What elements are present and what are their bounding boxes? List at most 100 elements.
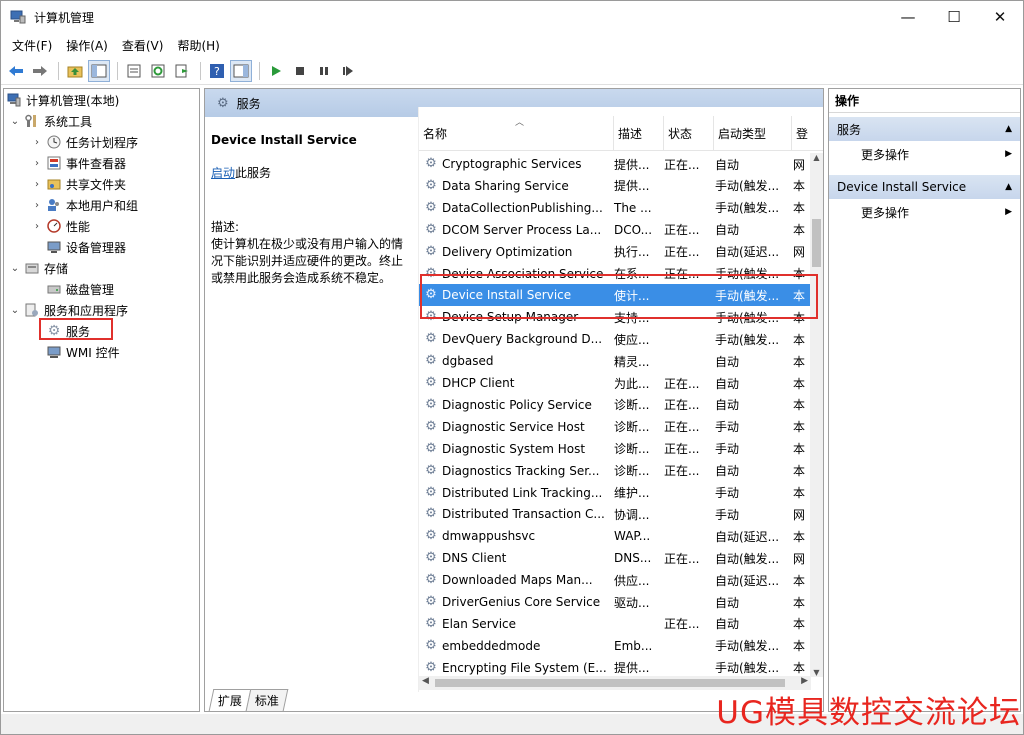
toolbar: ? bbox=[1, 57, 1023, 85]
export-list-icon[interactable] bbox=[171, 60, 193, 82]
help-icon[interactable]: ? bbox=[206, 60, 228, 82]
chevron-right-icon[interactable]: › bbox=[32, 137, 42, 148]
start-service-icon[interactable] bbox=[265, 60, 287, 82]
gear-icon: ⚙ bbox=[425, 462, 437, 478]
table-row[interactable]: ⚙ Diagnostic Policy Service 诊断... 正在... 自动 本 bbox=[419, 394, 811, 416]
gear-icon: ⚙ bbox=[425, 484, 437, 500]
gear-icon: ⚙ bbox=[425, 550, 437, 566]
stop-service-icon[interactable] bbox=[289, 60, 311, 82]
service-status-cell: 正在... bbox=[664, 617, 700, 632]
menu-action[interactable]: 操作(A) bbox=[59, 37, 115, 54]
scrollbar-thumb[interactable] bbox=[435, 679, 785, 687]
table-row[interactable]: ⚙ DCOM Server Process La... DCO... 正在... 自动 本 bbox=[419, 219, 811, 241]
tree-root[interactable]: 计算机管理(本地) bbox=[6, 90, 119, 110]
service-description-cell: 诊断... bbox=[614, 442, 650, 457]
service-name-cell: ⚙ DriverGenius Core Service bbox=[419, 594, 610, 610]
table-row[interactable]: ⚙ Cryptographic Services 提供... 正在... 自动 网 bbox=[419, 153, 811, 175]
minimize-button[interactable]: — bbox=[885, 1, 931, 33]
service-description-cell: The ... bbox=[614, 200, 652, 215]
service-logon-cell: 本 bbox=[793, 442, 806, 457]
table-row[interactable]: ⚙ DevQuery Background D... 使应... 手动(触发... 本 bbox=[419, 328, 811, 350]
tree-shared-folders[interactable]: › 共享文件夹 bbox=[32, 174, 126, 194]
menu-view[interactable]: 查看(V) bbox=[115, 37, 171, 54]
table-row[interactable]: ⚙ Diagnostics Tracking Ser... 诊断... 正在... 自动… bbox=[419, 460, 811, 482]
tree-device-manager[interactable]: 设备管理器 bbox=[46, 237, 126, 257]
scrollbar-thumb[interactable] bbox=[812, 219, 821, 267]
column-header-description[interactable]: 描述 bbox=[614, 116, 664, 150]
table-row[interactable]: ⚙ DNS Client DNS... 正在... 自动(触发... 网 bbox=[419, 547, 811, 569]
scroll-up-icon[interactable]: ▲ bbox=[810, 153, 823, 162]
scroll-left-icon[interactable]: ◀ bbox=[422, 676, 429, 686]
chevron-right-icon[interactable]: › bbox=[32, 158, 42, 169]
service-description-cell: DNS... bbox=[614, 551, 652, 566]
gear-icon: ⚙ bbox=[425, 375, 437, 390]
table-row[interactable]: ⚙ Distributed Link Tracking... 维护... 手动 本 bbox=[419, 482, 811, 504]
column-header-status[interactable]: 状态 bbox=[664, 116, 714, 150]
table-row[interactable]: ⚙ DataCollectionPublishing... The ... 手动(触发… bbox=[419, 197, 811, 219]
show-hide-tree-icon[interactable] bbox=[88, 59, 110, 82]
scroll-down-icon[interactable]: ▼ bbox=[810, 668, 823, 677]
tab-extended[interactable]: 扩展 bbox=[208, 689, 252, 711]
tree-wmi[interactable]: WMI 控件 bbox=[46, 342, 120, 362]
chevron-right-icon[interactable]: › bbox=[32, 179, 42, 190]
tree-performance[interactable]: › 性能 bbox=[32, 216, 90, 236]
service-status-cell: 正在... bbox=[664, 223, 700, 238]
chevron-right-icon[interactable]: › bbox=[32, 221, 42, 232]
more-actions-services[interactable]: 更多操作 ▶ bbox=[829, 143, 1020, 165]
properties-icon[interactable] bbox=[123, 60, 145, 82]
tree-event-viewer[interactable]: › 事件查看器 bbox=[32, 153, 126, 173]
service-logon-cell: 本 bbox=[793, 354, 806, 369]
refresh-icon[interactable] bbox=[147, 60, 169, 82]
service-description-cell: 为此... bbox=[614, 376, 650, 391]
table-row[interactable]: ⚙ embeddedmode Emb... 手动(触发... 本 bbox=[419, 635, 811, 657]
wmi-icon bbox=[46, 344, 62, 360]
close-button[interactable]: ✕ bbox=[977, 1, 1023, 33]
table-row[interactable]: ⚙ dmwappushsvc WAP... 自动(延迟... 本 bbox=[419, 525, 811, 547]
table-row[interactable]: ⚙ Delivery Optimization 执行... 正在... 自动(延迟...… bbox=[419, 241, 811, 263]
actions-group-services[interactable]: 服务 ▲ bbox=[829, 117, 1020, 141]
table-row[interactable]: ⚙ Distributed Transaction C... 协调... 手动 网 bbox=[419, 503, 811, 525]
collapse-icon[interactable]: ▲ bbox=[1005, 182, 1012, 192]
show-hide-action-pane-icon[interactable] bbox=[230, 59, 252, 82]
column-header-startup-type[interactable]: 启动类型 bbox=[714, 116, 792, 150]
vertical-scrollbar[interactable]: ▲ ▼ bbox=[810, 153, 823, 677]
service-name-cell: ⚙ Diagnostics Tracking Ser... bbox=[419, 463, 610, 479]
chevron-right-icon[interactable]: › bbox=[32, 200, 42, 211]
up-folder-icon[interactable] bbox=[64, 60, 86, 82]
tree-storage[interactable]: ⌄ 存储 bbox=[10, 258, 68, 278]
table-row[interactable]: ⚙ DriverGenius Core Service 驱动... 自动 本 bbox=[419, 591, 811, 613]
collapse-icon[interactable]: ▲ bbox=[1005, 124, 1012, 134]
table-row[interactable]: ⚙ Data Sharing Service 提供... 手动(触发... 本 bbox=[419, 175, 811, 197]
restart-service-icon[interactable] bbox=[337, 60, 359, 82]
tree-services-apps[interactable]: ⌄ 服务和应用程序 bbox=[10, 300, 128, 320]
chevron-down-icon[interactable]: ⌄ bbox=[10, 305, 20, 316]
tree-task-scheduler[interactable]: › 任务计划程序 bbox=[32, 132, 138, 152]
tree-system-tools[interactable]: ⌄ 系统工具 bbox=[10, 111, 92, 131]
svg-text:?: ? bbox=[214, 65, 220, 78]
start-service-link[interactable]: 启动 bbox=[211, 166, 235, 180]
table-row[interactable]: ⚙ dgbased 精灵... 自动 本 bbox=[419, 350, 811, 372]
menu-help[interactable]: 帮助(H) bbox=[170, 37, 226, 54]
column-header-logon[interactable]: 登 bbox=[792, 116, 823, 150]
table-row[interactable]: ⚙ Diagnostic System Host 诊断... 正在... 手动 本 bbox=[419, 438, 811, 460]
maximize-button[interactable]: ☐ bbox=[931, 1, 977, 33]
tab-standard[interactable]: 标准 bbox=[245, 689, 289, 711]
menu-file[interactable]: 文件(F) bbox=[5, 37, 59, 54]
back-arrow-icon[interactable] bbox=[5, 60, 27, 82]
forward-arrow-icon[interactable] bbox=[29, 60, 51, 82]
table-row[interactable]: ⚙ Diagnostic Service Host 诊断... 正在... 手动 本 bbox=[419, 416, 811, 438]
table-row[interactable]: ⚙ Downloaded Maps Man... 供应... 自动(延迟... 本 bbox=[419, 569, 811, 591]
chevron-down-icon[interactable]: ⌄ bbox=[10, 263, 20, 274]
table-row[interactable]: ⚙ Elan Service 正在... 自动 本 bbox=[419, 613, 811, 635]
pause-service-icon[interactable] bbox=[313, 60, 335, 82]
gear-icon: ⚙ bbox=[425, 506, 437, 522]
chevron-down-icon[interactable]: ⌄ bbox=[10, 116, 20, 127]
table-row[interactable]: ⚙ DHCP Client 为此... 正在... 自动 本 bbox=[419, 372, 811, 394]
tree-disk-management[interactable]: 磁盘管理 bbox=[46, 279, 114, 299]
scroll-right-icon[interactable]: ▶ bbox=[801, 676, 808, 686]
gear-icon: ⚙ bbox=[425, 331, 437, 347]
actions-group-selected-service[interactable]: Device Install Service ▲ bbox=[829, 175, 1020, 199]
tree-local-users[interactable]: › 本地用户和组 bbox=[32, 195, 138, 215]
more-actions-selected-service[interactable]: 更多操作 ▶ bbox=[829, 201, 1020, 223]
service-name-cell: ⚙ embeddedmode bbox=[419, 638, 610, 654]
